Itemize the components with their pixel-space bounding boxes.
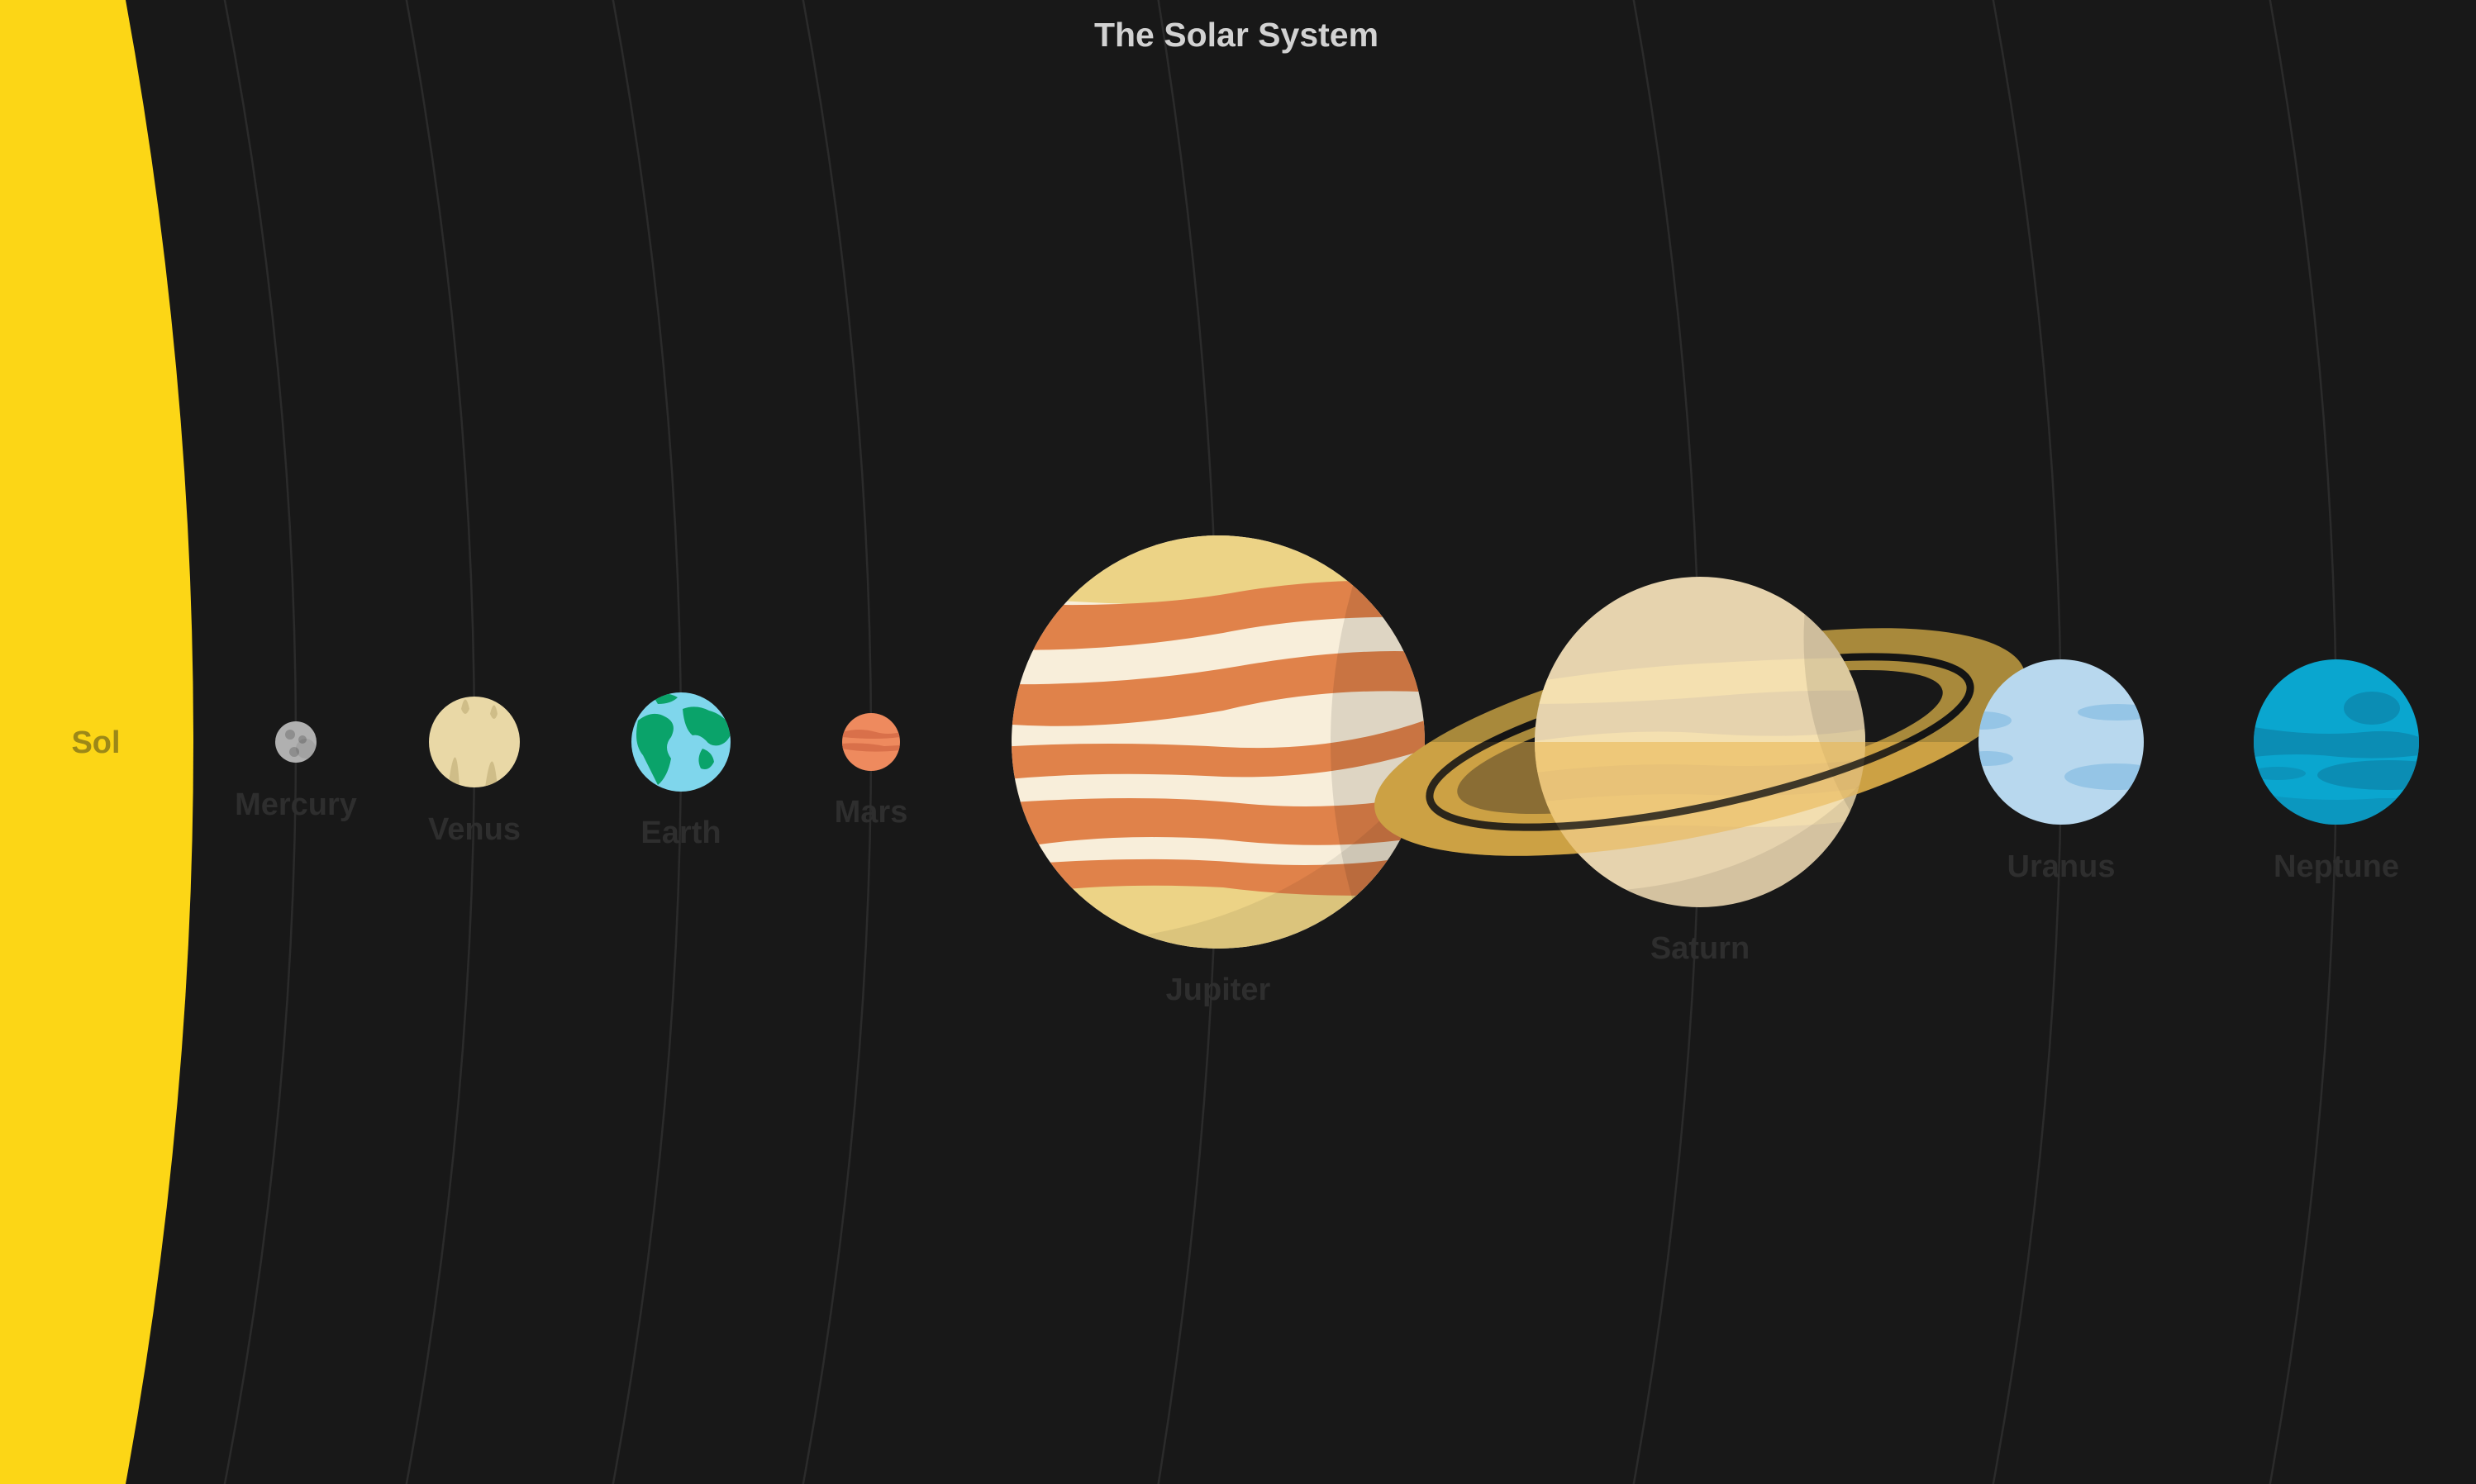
venus-body (429, 697, 520, 787)
solar-system-diagram: Sol The Solar System Mercury Venus Earth… (0, 0, 2476, 1484)
diagram-title: The Solar System (1094, 16, 1378, 54)
planet-label-saturn: Saturn (1650, 931, 1750, 966)
planet-venus: Venus (428, 697, 521, 847)
uranus-body (1978, 659, 2144, 825)
sun-label: Sol (71, 725, 120, 760)
planet-label-jupiter: Jupiter (1166, 973, 1271, 1007)
planet-label-uranus: Uranus (2007, 849, 2116, 884)
planet-label-neptune: Neptune (2274, 849, 2399, 884)
planet-earth: Earth (631, 692, 731, 850)
planet-label-mercury: Mercury (235, 787, 357, 822)
planet-label-earth: Earth (640, 816, 721, 850)
planet-label-venus: Venus (428, 812, 521, 847)
planet-label-mars: Mars (835, 795, 908, 830)
mars-body (842, 713, 900, 771)
